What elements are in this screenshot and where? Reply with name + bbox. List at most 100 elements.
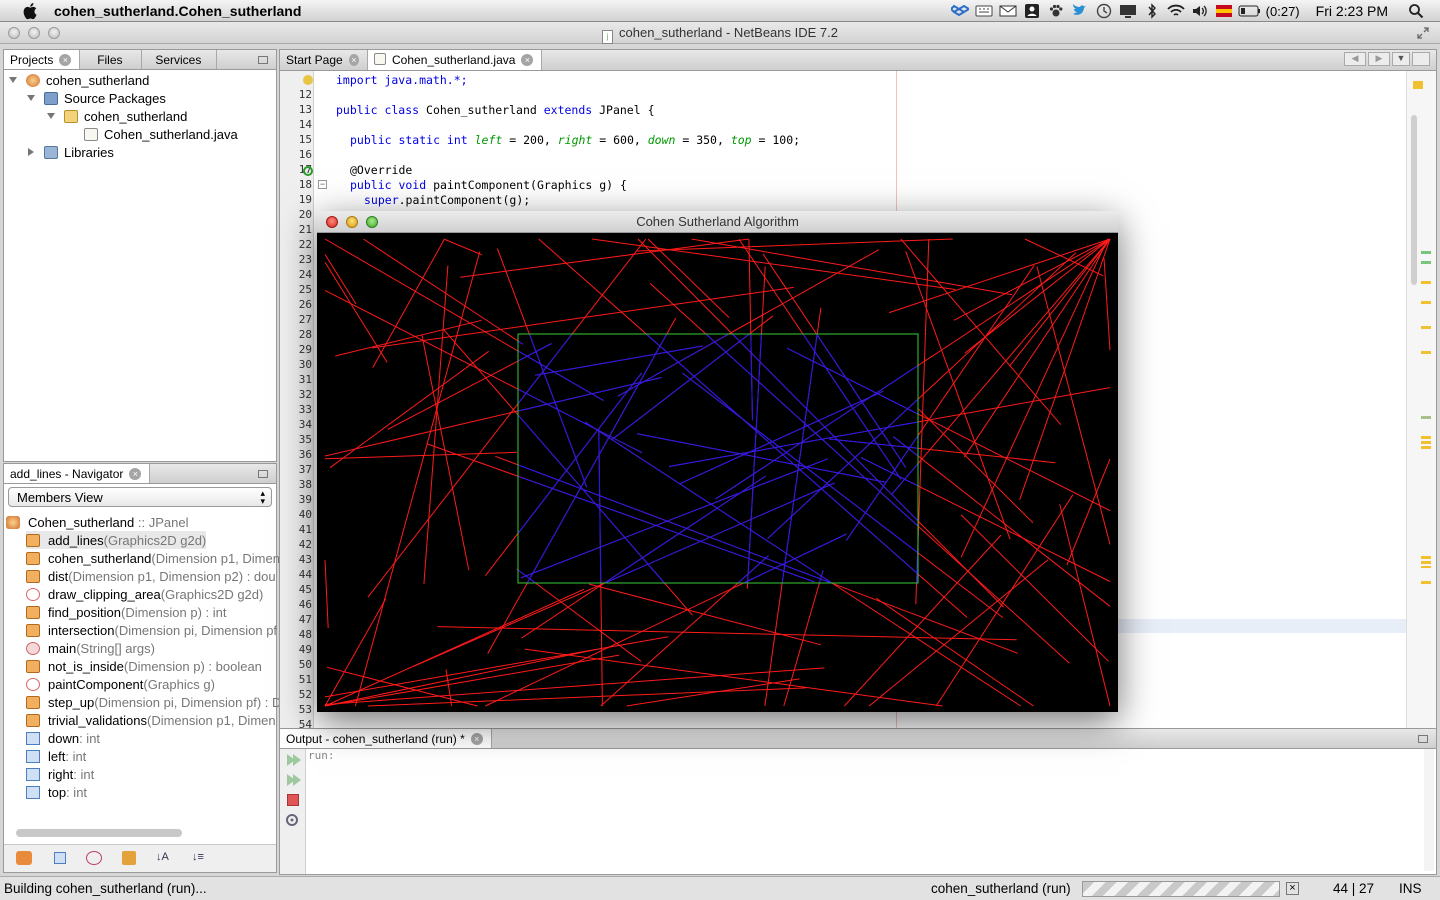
navigator-member[interactable]: not_is_inside (Dimension p) : boolean (26, 657, 262, 675)
stop-icon[interactable] (287, 794, 299, 806)
close-icon[interactable]: × (470, 733, 483, 745)
tab-navigator[interactable]: add_lines - Navigator × (4, 464, 151, 483)
code-token: = 100; (751, 133, 801, 147)
keyboard-viewer-icon[interactable] (972, 0, 996, 22)
fullscreen-icon[interactable] (1416, 26, 1430, 43)
navigator-member[interactable]: top : int (26, 783, 87, 801)
line-number: 42 (298, 538, 312, 551)
sort-by-name-icon[interactable]: ↓A (156, 851, 172, 865)
navigator-class[interactable]: Cohen_sutherland :: JPanel (6, 513, 188, 531)
bluetooth-icon[interactable] (1140, 0, 1164, 22)
expanded-arrow-icon[interactable] (46, 111, 56, 121)
navigator-member[interactable]: add_lines (Graphics2D g2d) (26, 531, 207, 549)
minimize-panel-icon[interactable] (258, 470, 268, 478)
navigator-member[interactable]: draw_clipping_area (Graphics2D g2d) (26, 585, 263, 603)
tab-services[interactable]: Services (142, 50, 218, 69)
apple-menu-icon[interactable] (20, 2, 42, 20)
minimize-panel-icon[interactable] (258, 56, 268, 64)
members-view-select[interactable]: Members View ▴ ▾ (8, 487, 272, 507)
close-icon[interactable]: × (59, 54, 72, 66)
expanded-arrow-icon[interactable] (8, 75, 18, 85)
scroll-tabs-right-icon[interactable]: ▶ (1368, 52, 1390, 66)
expanded-arrow-icon[interactable] (26, 93, 36, 103)
filter-nonpublic-icon[interactable] (122, 851, 136, 865)
time-machine-icon[interactable] (1092, 0, 1116, 22)
filter-inherited-icon[interactable] (16, 851, 32, 865)
line-number: 18 (298, 178, 312, 191)
active-app-title[interactable]: cohen_sutherland.Cohen_sutherland (54, 3, 301, 19)
twitter-icon[interactable] (1068, 0, 1092, 22)
contacts-icon[interactable] (1020, 0, 1044, 22)
input-flag-icon[interactable] (1212, 0, 1236, 22)
navigator-member[interactable]: dist (Dimension p1, Dimension p2) : dou (26, 567, 276, 585)
minimize-panel-icon[interactable] (1418, 735, 1428, 743)
navigator-member[interactable]: cohen_sutherland (Dimension p1, Dimen (26, 549, 280, 567)
paw-icon[interactable] (1044, 0, 1068, 22)
close-icon[interactable]: × (348, 54, 359, 66)
scroll-tabs-left-icon[interactable]: ◀ (1344, 52, 1366, 66)
menu-clock[interactable]: Fri 2:23 PM (1316, 3, 1388, 19)
navigator-member[interactable]: left : int (26, 747, 86, 765)
settings-icon[interactable] (284, 812, 300, 828)
tree-source-packages[interactable]: Source Packages (26, 89, 166, 107)
tree-file[interactable]: Cohen_sutherland.java (84, 125, 238, 143)
close-icon[interactable]: × (129, 468, 142, 480)
tree-libraries[interactable]: Libraries (26, 143, 114, 161)
navigator-member[interactable]: main (String[] args) (26, 639, 155, 657)
tab-output[interactable]: Output - cohen_sutherland (run) * × (280, 729, 492, 748)
tab-start-page[interactable]: Start Page × (280, 50, 368, 70)
display-icon[interactable] (1116, 0, 1140, 22)
code-line-15[interactable]: public static int left = 200, right = 60… (350, 133, 800, 147)
code-line-19[interactable]: super.paintComponent(g); (364, 193, 530, 207)
dropbox-icon[interactable] (948, 0, 972, 22)
fold-toggle-icon[interactable]: − (318, 180, 327, 189)
error-stripe[interactable] (1406, 71, 1436, 728)
vertical-scrollbar[interactable] (1411, 115, 1417, 285)
volume-icon[interactable] (1188, 0, 1212, 22)
status-task-name[interactable]: cohen_sutherland (run) (931, 881, 1071, 896)
navigator-member[interactable]: trivial_validations (Dimension p1, Dimen (26, 711, 276, 729)
spotlight-search-icon[interactable] (1404, 0, 1428, 22)
field-icon (26, 749, 40, 763)
code-line-11[interactable]: import java.math.*; (336, 73, 468, 87)
override-marker-icon[interactable] (303, 166, 313, 176)
tab-list-icon[interactable]: ▼ (1392, 52, 1410, 66)
navigator-member[interactable]: find_position (Dimension p) : int (26, 603, 226, 621)
line-number: 16 (298, 148, 312, 161)
rerun-with-params-icon[interactable] (285, 773, 301, 787)
tab-cohen-sutherland-java[interactable]: Cohen_sutherland.java × (368, 50, 543, 70)
wifi-icon[interactable] (1164, 0, 1188, 22)
tab-projects-label: Projects (10, 53, 54, 67)
code-line-13[interactable]: public class Cohen_sutherland extends JP… (336, 103, 655, 117)
change-mark (1421, 261, 1431, 264)
app-titlebar[interactable]: Cohen Sutherland Algorithm (317, 211, 1118, 233)
horizontal-scrollbar[interactable] (16, 829, 182, 837)
code-line-18[interactable]: public void paintComponent(Graphics g) { (350, 178, 627, 192)
navigator-member[interactable]: right : int (26, 765, 94, 783)
output-scrollbar[interactable] (1424, 749, 1434, 871)
cancel-task-icon[interactable]: × (1286, 882, 1299, 895)
code-token: public void (350, 178, 434, 192)
rerun-icon[interactable] (285, 753, 301, 767)
navigator-member[interactable]: step_up (Dimension pi, Dimension pf) : D (26, 693, 281, 711)
line-number: 47 (298, 613, 312, 626)
app-window[interactable]: Cohen Sutherland Algorithm (317, 211, 1118, 712)
filter-static-icon[interactable] (86, 851, 102, 865)
sort-by-source-icon[interactable]: ↓≡ (192, 851, 208, 865)
tab-projects[interactable]: Projects × (4, 50, 81, 69)
collapsed-arrow-icon[interactable] (26, 147, 36, 157)
tab-files[interactable]: Files (80, 50, 143, 69)
code-line-17[interactable]: @Override (350, 163, 412, 177)
filter-fields-icon[interactable] (54, 852, 66, 864)
maximize-editor-icon[interactable] (1412, 52, 1430, 66)
battery-icon[interactable] (1236, 0, 1264, 22)
method-icon (26, 533, 40, 547)
navigator-member[interactable]: down : int (26, 729, 100, 747)
tree-project[interactable]: cohen_sutherland (8, 71, 149, 89)
tree-package[interactable]: cohen_sutherland (46, 107, 187, 125)
hint-bulb-icon[interactable] (303, 75, 313, 85)
close-icon[interactable]: × (521, 54, 534, 66)
mail-icon[interactable] (996, 0, 1020, 22)
navigator-member[interactable]: intersection (Dimension pi, Dimension pf (26, 621, 277, 639)
navigator-member[interactable]: paintComponent (Graphics g) (26, 675, 215, 693)
